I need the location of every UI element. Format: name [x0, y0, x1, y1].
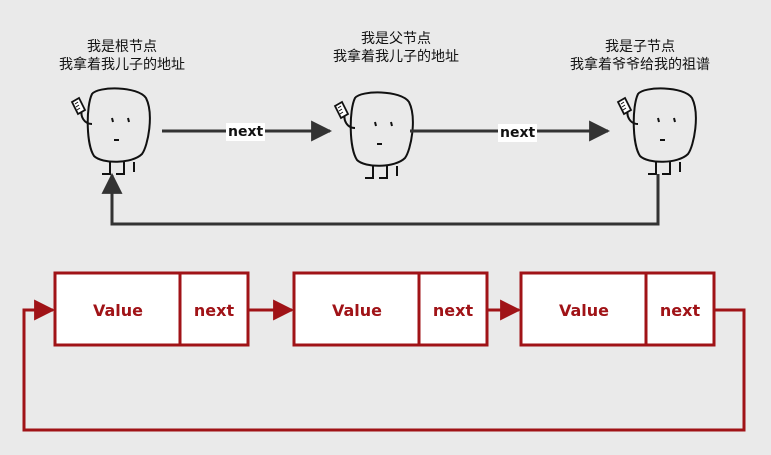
arrow-label-next-2: next	[498, 124, 538, 142]
node-2-value-label: Value	[331, 301, 383, 320]
caption-parent-node: 我是父节点 我拿着我儿子的地址	[276, 30, 516, 66]
node-1-next-label: next	[193, 301, 235, 320]
node-3-next-label: next	[659, 301, 701, 320]
arrow-label-next-1: next	[226, 123, 266, 141]
caption-child-line1: 我是子节点	[605, 39, 675, 55]
node-2-next-label: next	[432, 301, 474, 320]
caption-parent-line1: 我是父节点	[361, 31, 431, 47]
arrow-child-back-to-root	[101, 172, 660, 226]
caption-root-line1: 我是根节点	[87, 39, 157, 55]
stick-figure-parent-icon	[334, 91, 414, 179]
caption-child-node: 我是子节点 我拿着爷爷给我的祖谱	[520, 38, 760, 74]
stick-figure-root-icon	[71, 87, 151, 175]
stick-figure-child-icon	[617, 87, 697, 175]
node-1-value-label: Value	[92, 301, 144, 320]
caption-root-node: 我是根节点 我拿着我儿子的地址	[2, 38, 242, 74]
caption-root-line2: 我拿着我儿子的地址	[59, 57, 185, 73]
node-3-value-label: Value	[558, 301, 610, 320]
circular-linked-list-diagram: 我是根节点 我拿着我儿子的地址 我是父节点 我拿着我儿子的地址 我是子节点 我拿…	[0, 0, 771, 455]
caption-child-line2: 我拿着爷爷给我的祖谱	[570, 57, 710, 73]
caption-parent-line2: 我拿着我儿子的地址	[333, 49, 459, 65]
